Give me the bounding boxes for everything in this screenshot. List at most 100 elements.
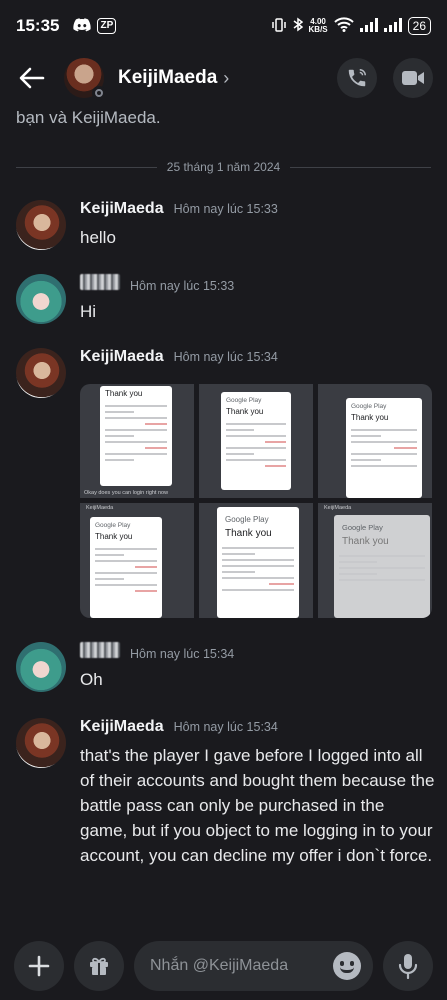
receipt-heading: Thank you xyxy=(225,528,272,539)
voice-message-button[interactable] xyxy=(383,941,433,991)
image-attachment[interactable]: KeijiMaeda Google Play Thank you xyxy=(318,503,432,618)
message-item[interactable]: KeijiMaeda Hôm nay lúc 15:33 hello xyxy=(16,200,436,250)
receipt-brand: Google Play xyxy=(226,397,262,404)
message-body: KeijiMaeda Hôm nay lúc 15:34 xyxy=(80,348,436,370)
status-right: 4.00 KB/S 26 xyxy=(271,17,431,35)
message-body: KeijiMaeda Hôm nay lúc 15:33 hello xyxy=(80,200,436,250)
conversation-intro-text: bạn và KeijiMaeda. xyxy=(16,108,161,127)
message-item[interactable]: Hôm nay lúc 15:33 Hi xyxy=(16,274,436,324)
message-body: KeijiMaeda Hôm nay lúc 15:34 that's the … xyxy=(80,718,436,868)
receipt-heading: Thank you xyxy=(95,532,133,541)
status-offline-icon xyxy=(92,86,106,100)
gift-button[interactable] xyxy=(74,941,124,991)
attachment-caption: Okay does you can login right now xyxy=(84,490,169,496)
receipt-thumbnail: Google Play Thank you xyxy=(217,507,299,618)
message-timestamp: Hôm nay lúc 15:34 xyxy=(173,350,278,364)
message-item[interactable]: KeijiMaeda Hôm nay lúc 15:34 that's the … xyxy=(16,718,436,898)
message-author[interactable]: KeijiMaeda xyxy=(80,348,164,366)
avatar[interactable] xyxy=(16,348,66,398)
message-timestamp: Hôm nay lúc 15:33 xyxy=(130,279,235,293)
status-time: 15:35 xyxy=(16,16,60,35)
microphone-icon xyxy=(398,954,418,979)
message-author[interactable]: KeijiMaeda xyxy=(80,718,164,736)
receipt-thumbnail: Google Play Thank you xyxy=(334,515,430,618)
discord-icon xyxy=(73,17,92,35)
image-attachment[interactable]: Google Play Thank you xyxy=(318,384,432,498)
attachment-top-line: KeijiMaeda xyxy=(324,505,352,511)
message-meta: KeijiMaeda Hôm nay lúc 15:34 xyxy=(80,348,436,370)
voice-call-button[interactable] xyxy=(337,58,377,98)
message-body: Hôm nay lúc 15:34 Oh xyxy=(80,642,436,692)
signal-icon xyxy=(359,17,378,35)
image-attachment-grid: Thank you Okay does you can login right … xyxy=(80,384,432,618)
receipt-heading: Thank you xyxy=(342,536,389,547)
image-attachment[interactable]: KeijiMaeda Google Play Thank you xyxy=(80,503,194,618)
message-text: hello xyxy=(80,228,116,247)
battery-indicator: 26 xyxy=(407,17,431,35)
message-item[interactable]: Hôm nay lúc 15:34 Oh xyxy=(16,642,436,692)
message-author[interactable]: KeijiMaeda xyxy=(80,200,164,218)
chat-header: KeijiMaeda › xyxy=(0,52,447,104)
message-timestamp: Hôm nay lúc 15:34 xyxy=(173,720,278,734)
back-button[interactable] xyxy=(14,60,50,96)
message-meta: Hôm nay lúc 15:34 xyxy=(80,642,436,664)
message-composer: Nhắn @KeijiMaeda xyxy=(0,940,447,992)
receipt-heading: Thank you xyxy=(351,413,389,422)
message-input-placeholder: Nhắn @KeijiMaeda xyxy=(150,957,289,974)
video-call-button[interactable] xyxy=(393,58,433,98)
video-camera-icon xyxy=(402,71,424,85)
message-author-redacted[interactable] xyxy=(80,642,120,658)
receipt-brand: Google Play xyxy=(225,515,269,524)
date-divider: 25 tháng 1 năm 2024 xyxy=(16,158,431,176)
receipt-heading: Thank you xyxy=(226,407,264,416)
message-text: that's the player I gave before I logged… xyxy=(80,746,435,865)
avatar[interactable] xyxy=(16,642,66,692)
message-input[interactable]: Nhắn @KeijiMaeda xyxy=(134,941,373,991)
plus-icon xyxy=(28,955,50,977)
status-bar: 15:35 ZP 4.00 KB/S 26 xyxy=(0,0,447,52)
header-actions xyxy=(321,58,433,98)
image-attachment[interactable]: Google Play Thank you xyxy=(199,503,313,618)
image-attachment[interactable]: Thank you Okay does you can login right … xyxy=(80,384,194,498)
net-speed-unit: KB/S xyxy=(308,25,328,34)
phone-icon xyxy=(348,69,366,87)
message-meta: KeijiMaeda Hôm nay lúc 15:34 xyxy=(80,718,436,740)
vibrate-icon xyxy=(271,17,287,35)
message-timestamp: Hôm nay lúc 15:33 xyxy=(173,202,278,216)
receipt-heading: Thank you xyxy=(105,389,143,398)
image-attachment[interactable]: Google Play Thank you xyxy=(199,384,313,498)
gift-icon xyxy=(90,957,108,975)
receipt-thumbnail: Google Play Thank you xyxy=(90,517,162,618)
wifi-icon xyxy=(333,17,354,35)
receipt-brand: Google Play xyxy=(95,522,131,529)
message-body: Hôm nay lúc 15:33 Hi xyxy=(80,274,436,324)
message-text: Oh xyxy=(80,670,103,689)
emoji-icon[interactable] xyxy=(333,952,361,980)
avatar[interactable] xyxy=(16,274,66,324)
receipt-brand: Google Play xyxy=(351,403,387,410)
receipt-brand: Google Play xyxy=(342,523,383,532)
avatar[interactable] xyxy=(16,718,66,768)
date-divider-text: 25 tháng 1 năm 2024 xyxy=(166,160,281,174)
receipt-thumbnail: Thank you xyxy=(100,386,172,486)
receipt-thumbnail: Google Play Thank you xyxy=(221,392,291,490)
divider-line-left xyxy=(16,166,157,168)
divider-line-right xyxy=(290,166,431,168)
page-title[interactable]: KeijiMaeda xyxy=(118,67,217,89)
zalo-badge-icon: ZP xyxy=(97,18,117,34)
chevron-right-icon[interactable]: › xyxy=(223,68,229,89)
message-author-redacted[interactable] xyxy=(80,274,120,290)
message-meta: Hôm nay lúc 15:33 xyxy=(80,274,436,296)
avatar[interactable] xyxy=(64,58,106,100)
arrow-left-icon xyxy=(19,67,45,89)
message-meta: KeijiMaeda Hôm nay lúc 15:33 xyxy=(80,200,436,222)
signal-icon-2 xyxy=(383,17,402,35)
net-speed: 4.00 KB/S xyxy=(309,18,328,34)
bluetooth-icon xyxy=(293,17,303,35)
avatar[interactable] xyxy=(16,200,66,250)
receipt-thumbnail: Google Play Thank you xyxy=(346,398,422,498)
attachment-top-line: KeijiMaeda xyxy=(86,505,114,511)
message-timestamp: Hôm nay lúc 15:34 xyxy=(130,647,235,661)
add-attachment-button[interactable] xyxy=(14,941,64,991)
message-text: Hi xyxy=(80,302,97,321)
